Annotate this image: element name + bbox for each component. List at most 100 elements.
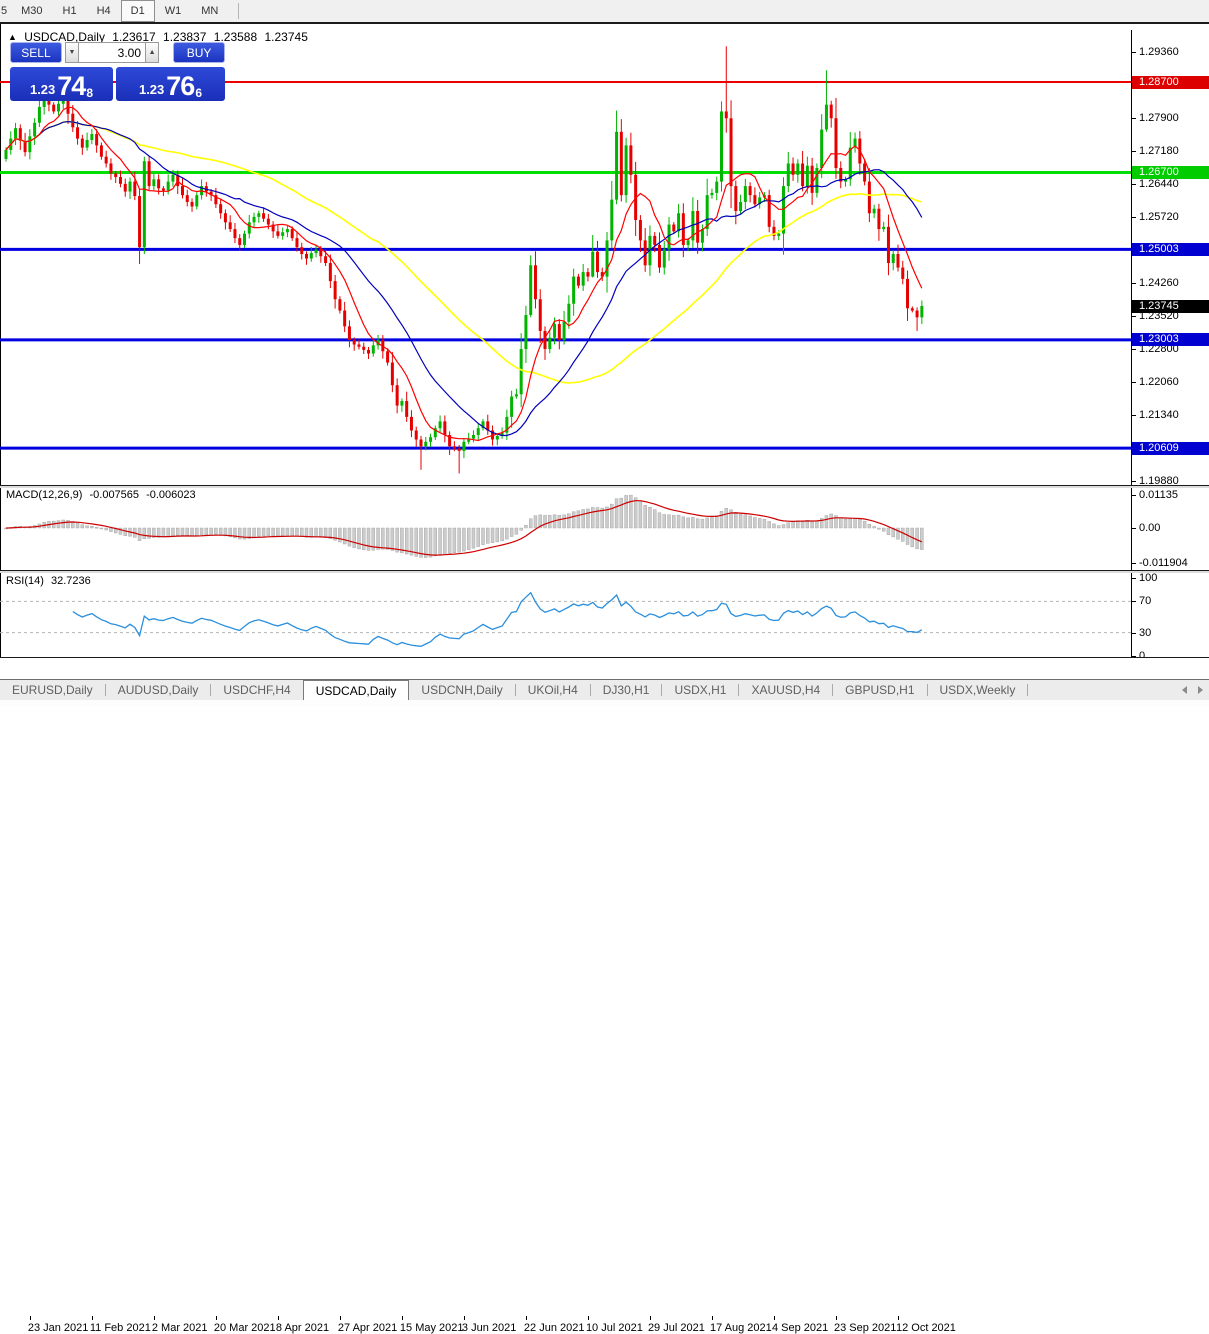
date-axis-tick (216, 1316, 217, 1320)
tab-gbpusd-h1[interactable]: GBPUSD,H1 (833, 680, 926, 700)
tab-dj30-h1[interactable]: DJ30,H1 (591, 680, 662, 700)
volume-decrease-button[interactable]: ▼ (65, 42, 79, 63)
macd-axis-label: -0.011904 (1139, 557, 1188, 569)
macd-histogram-bar (191, 528, 194, 536)
date-axis-label: 23 Sep 2021 (834, 1322, 896, 1334)
timeframe-button-w1[interactable]: W1 (155, 0, 192, 22)
candle-body (338, 299, 341, 310)
macd-histogram-bar (100, 528, 103, 529)
macd-histogram-bar (162, 528, 165, 537)
ma-fast-line[interactable] (6, 107, 922, 440)
date-axis-label: 29 Jul 2021 (648, 1322, 705, 1334)
macd-histogram-bar (706, 518, 709, 528)
macd-histogram-bar (386, 528, 389, 549)
tab-usdx-weekly[interactable]: USDX,Weekly (928, 680, 1028, 700)
tab-xauusd-h4[interactable]: XAUUSD,H4 (739, 680, 832, 700)
timeframe-button-mn[interactable]: MN (191, 0, 228, 22)
candle-body (429, 437, 432, 442)
sell-quote-button[interactable]: 1.23748 (10, 67, 113, 101)
candle-body (105, 157, 108, 164)
price-axis-tick (1132, 349, 1136, 350)
macd-histogram-bar (825, 515, 828, 528)
macd-histogram-bar (448, 528, 451, 553)
candle-body (873, 209, 876, 214)
macd-histogram-bar (429, 528, 432, 557)
candle-body (796, 163, 799, 174)
price-axis-tick (1132, 316, 1136, 317)
candle-body (720, 111, 723, 181)
tab-usdcnh-daily[interactable]: USDCNH,Daily (409, 680, 514, 700)
macd-histogram-bar (262, 528, 265, 536)
buy-quote-button[interactable]: 1.23766 (116, 67, 225, 101)
macd-histogram-bar (586, 509, 589, 528)
candle-body (396, 385, 399, 405)
trading-terminal: { "toolbar": { "partial_left": "5", "per… (0, 0, 1209, 707)
timeframe-button-m30[interactable]: M30 (11, 0, 52, 22)
rsi-indicator-chart[interactable] (0, 573, 1131, 657)
macd-histogram-bar (467, 528, 470, 550)
candle-body (868, 182, 871, 214)
date-axis-label: 17 Aug 2021 (710, 1322, 772, 1334)
macd-histogram-bar (505, 528, 508, 539)
timeframe-button-d1[interactable]: D1 (121, 0, 155, 22)
macd-histogram-bar (634, 498, 637, 528)
candle-body (257, 213, 260, 217)
tab-usdchf-h4[interactable]: USDCHF,H4 (211, 680, 302, 700)
tab-usdx-h1[interactable]: USDX,H1 (662, 680, 738, 700)
date-axis-tick (836, 1316, 837, 1320)
candle-body (281, 232, 284, 236)
macd-histogram-bar (300, 528, 303, 537)
ma-slow-line[interactable] (6, 122, 922, 383)
candle-body (639, 220, 642, 240)
candle-body (887, 227, 890, 263)
timeframe-button-h4[interactable]: H4 (87, 0, 121, 22)
volume-increase-button[interactable]: ▲ (145, 42, 159, 63)
candle-body (81, 139, 84, 148)
price-axis-tick (1132, 481, 1136, 482)
macd-histogram-bar (324, 528, 327, 538)
candle-body (443, 421, 446, 435)
timeframe-button-h1[interactable]: H1 (53, 0, 87, 22)
date-axis[interactable]: 23 Jan 202111 Feb 20212 Mar 202120 Mar 2… (0, 658, 1209, 679)
candle-body (367, 350, 370, 354)
tab-ukoil-h4[interactable]: UKOil,H4 (516, 680, 590, 700)
volume-input[interactable] (79, 42, 145, 63)
candle-body (777, 234, 780, 236)
tabs-scroll-left-icon[interactable] (1182, 686, 1187, 694)
candle-body (362, 347, 365, 350)
macd-histogram-bar (668, 515, 671, 528)
candle-body (696, 211, 699, 243)
candle-body (295, 238, 298, 247)
buy-button[interactable]: BUY (173, 42, 225, 63)
candle-body (815, 168, 818, 193)
candle-body (730, 118, 733, 186)
date-axis-tick (30, 1316, 31, 1320)
candle-body (329, 263, 332, 281)
macd-histogram-bar (920, 528, 923, 550)
macd-histogram-bar (124, 528, 127, 536)
tab-audusd-daily[interactable]: AUDUSD,Daily (106, 680, 211, 700)
level-price-badge: 1.25003 (1132, 243, 1209, 256)
one-click-trade-panel: SELL ▼ ▲ BUY 1.23748 1.23766 (10, 42, 225, 101)
candle-body (386, 351, 389, 362)
tabs-scroll-right-icon[interactable] (1198, 686, 1203, 694)
sell-button[interactable]: SELL (10, 42, 62, 63)
candle-body (553, 324, 556, 338)
chart-tabs-bar: EURUSD,DailyAUDUSD,DailyUSDCHF,H4USDCAD,… (0, 680, 1209, 700)
macd-histogram-bar (439, 528, 442, 554)
sell-price-prefix: 1.23 (30, 82, 55, 97)
macd-histogram-bar (57, 521, 60, 528)
timeframe-button-partial[interactable]: 5 (0, 0, 11, 22)
macd-histogram-bar (286, 528, 289, 536)
tab-usdcad-daily[interactable]: USDCAD,Daily (303, 680, 410, 700)
collapse-triangle-icon[interactable]: ▲ (8, 32, 17, 42)
candle-body (191, 202, 194, 207)
candle-body (286, 229, 289, 232)
candle-body (315, 249, 318, 253)
macd-histogram-bar (520, 528, 523, 530)
macd-histogram-bar (830, 514, 833, 528)
candle-body (663, 249, 666, 267)
candle-body (405, 401, 408, 417)
macd-histogram-bar (792, 522, 795, 528)
tab-eurusd-daily[interactable]: EURUSD,Daily (0, 680, 105, 700)
